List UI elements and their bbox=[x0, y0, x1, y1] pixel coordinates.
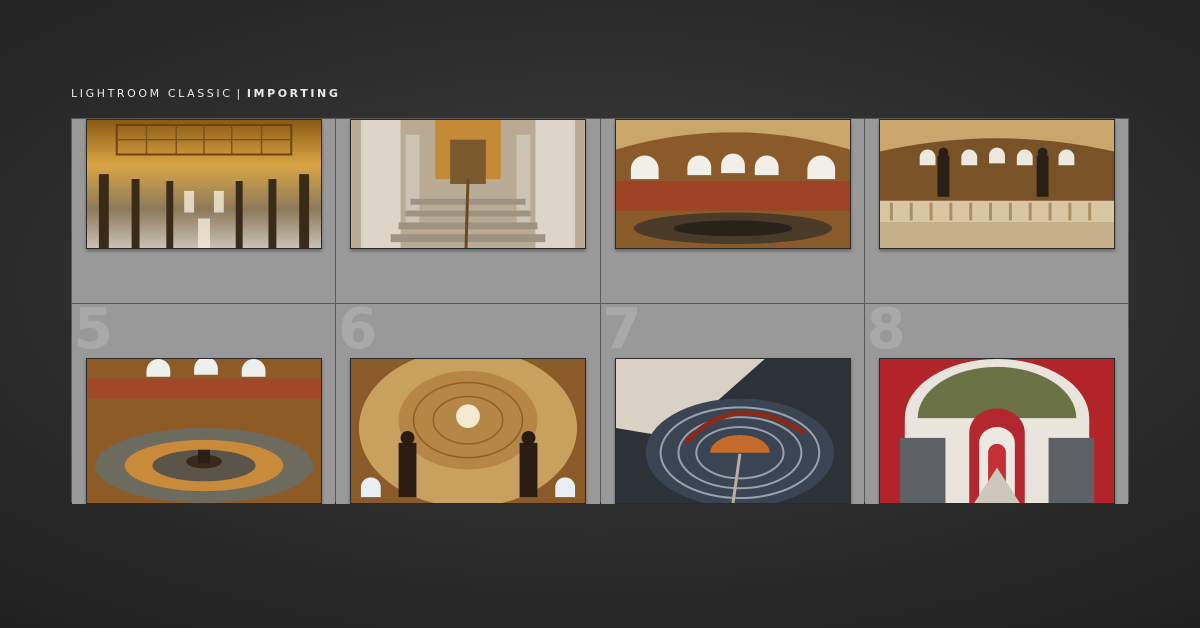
cell-number: 8 bbox=[866, 304, 906, 362]
thumbnail-marble-staircase[interactable] bbox=[350, 119, 587, 249]
thumbnail-gallery-statues[interactable] bbox=[878, 119, 1115, 249]
grid-cell-7[interactable]: 7 bbox=[600, 304, 864, 504]
thumbnail-spiral-staircase[interactable] bbox=[614, 358, 851, 504]
thumbnail-grid: 1 2 bbox=[71, 118, 1129, 504]
thumbnail-great-hall-ceiling[interactable] bbox=[86, 119, 322, 249]
grid-cell-6[interactable]: 6 bbox=[336, 304, 600, 504]
thumbnail-reading-room-overview[interactable] bbox=[86, 358, 322, 504]
cell-number: 6 bbox=[338, 304, 378, 362]
thumbnail-reading-room-dome[interactable] bbox=[614, 119, 851, 249]
title-separator: | bbox=[236, 87, 243, 100]
thumbnail-arched-corridor[interactable] bbox=[878, 358, 1115, 504]
grid-cell-1[interactable]: 1 bbox=[72, 119, 336, 303]
cell-number: 5 bbox=[74, 304, 113, 362]
thumbnail-dome-with-statues[interactable] bbox=[350, 358, 587, 504]
mode-label: IMPORTING bbox=[246, 87, 341, 100]
grid-cell-3[interactable]: 3 bbox=[600, 119, 864, 303]
grid-cell-2[interactable]: 2 bbox=[336, 119, 600, 303]
app-name: LIGHTROOM CLASSIC bbox=[71, 87, 233, 100]
grid-cell-4[interactable]: 4 bbox=[864, 119, 1128, 303]
page-title: LIGHTROOM CLASSIC | IMPORTING bbox=[71, 87, 341, 100]
grid-cell-8[interactable]: 8 bbox=[864, 304, 1128, 504]
grid-cell-5[interactable]: 5 bbox=[72, 304, 336, 504]
cell-number: 7 bbox=[602, 304, 642, 362]
